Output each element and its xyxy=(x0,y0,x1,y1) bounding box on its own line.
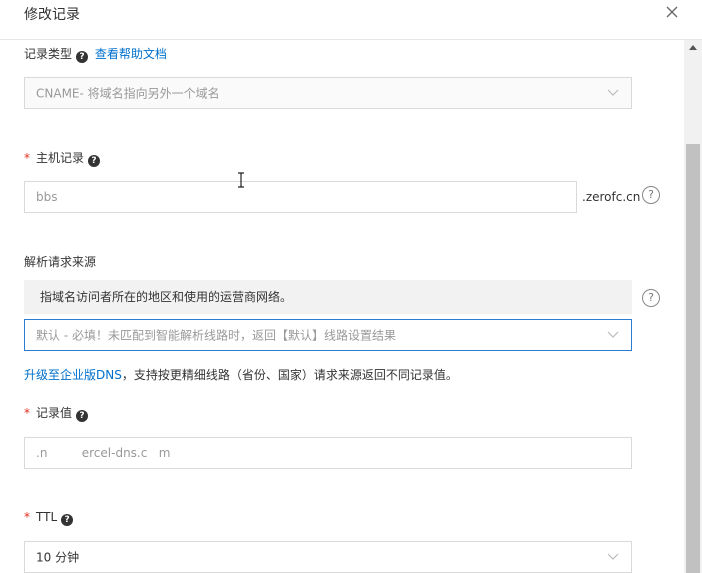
ttl-value: 10 分钟 xyxy=(36,550,80,565)
record-value-label: 记录值 xyxy=(36,406,73,420)
record-type-select[interactable]: CNAME- 将域名指向另外一个域名 xyxy=(24,77,632,109)
record-type-value: CNAME- 将域名指向另外一个域名 xyxy=(36,86,220,101)
ttl-label: TTL xyxy=(36,510,58,524)
chevron-down-icon xyxy=(607,553,619,561)
domain-suffix: .zerofc.cn xyxy=(582,190,641,204)
ttl-select[interactable]: 10 分钟 xyxy=(24,541,632,573)
host-record-value: bbs xyxy=(36,190,58,204)
required-mark: * xyxy=(24,406,30,420)
required-mark: * xyxy=(24,151,30,165)
required-mark: * xyxy=(24,510,30,524)
scrollbar-thumb[interactable] xyxy=(686,144,700,573)
record-type-label-row: 记录类型? 查看帮助文档 xyxy=(24,45,167,63)
chevron-down-icon xyxy=(607,89,619,97)
question-circle-icon[interactable]: ? xyxy=(642,289,660,307)
view-help-docs-link[interactable]: 查看帮助文档 xyxy=(95,47,167,61)
chevron-down-icon xyxy=(607,331,619,339)
question-badge-icon[interactable]: ? xyxy=(88,155,101,167)
host-record-label: 主机记录 xyxy=(36,151,85,165)
dialog-body: 记录类型? 查看帮助文档 CNAME- 将域名指向另外一个域名 * 主机记录? b… xyxy=(0,40,684,573)
host-record-label-row: * 主机记录? xyxy=(24,149,101,167)
record-value-input[interactable]: .n ercel-dns.c m xyxy=(24,437,632,469)
question-badge-icon[interactable]: ? xyxy=(76,410,89,422)
record-type-label: 记录类型 xyxy=(24,47,73,61)
resolve-line-placeholder: 默认 - 必填！未匹配到智能解析线路时，返回【默认】线路设置结果 xyxy=(36,328,396,343)
host-record-input[interactable]: bbs xyxy=(24,181,577,213)
upgrade-row: 升级至企业版DNS，支持按更精细线路（省份、国家）请求来源返回不同记录值。 xyxy=(24,366,458,383)
dialog-header: 修改记录 xyxy=(0,0,702,40)
question-circle-icon[interactable]: ? xyxy=(642,186,660,204)
text-cursor-icon xyxy=(236,172,246,192)
question-badge-icon[interactable]: ? xyxy=(76,51,89,63)
scroll-up-arrow-icon[interactable] xyxy=(684,40,702,56)
upgrade-enterprise-dns-link[interactable]: 升级至企业版DNS xyxy=(24,368,122,382)
scrollbar[interactable] xyxy=(684,40,702,573)
ttl-label-row: * TTL? xyxy=(24,510,74,526)
modify-record-dialog: 修改记录 记录类型? 查看帮助文档 CNAME- 将域名指向另外一个域名 * 主机… xyxy=(0,0,702,573)
record-value-value: .n ercel-dns.c m xyxy=(36,446,171,460)
close-icon[interactable] xyxy=(664,4,680,20)
resolve-line-select[interactable]: 默认 - 必填！未匹配到智能解析线路时，返回【默认】线路设置结果 xyxy=(24,319,632,351)
upgrade-description: ，支持按更精细线路（省份、国家）请求来源返回不同记录值。 xyxy=(121,368,458,382)
dialog-title: 修改记录 xyxy=(24,7,80,23)
resolve-source-label: 解析请求来源 xyxy=(24,255,97,269)
resolve-source-hint: 指域名访问者所在的地区和使用的运营商网络。 xyxy=(24,280,632,314)
question-badge-icon[interactable]: ? xyxy=(61,514,74,526)
record-value-label-row: * 记录值? xyxy=(24,404,89,422)
